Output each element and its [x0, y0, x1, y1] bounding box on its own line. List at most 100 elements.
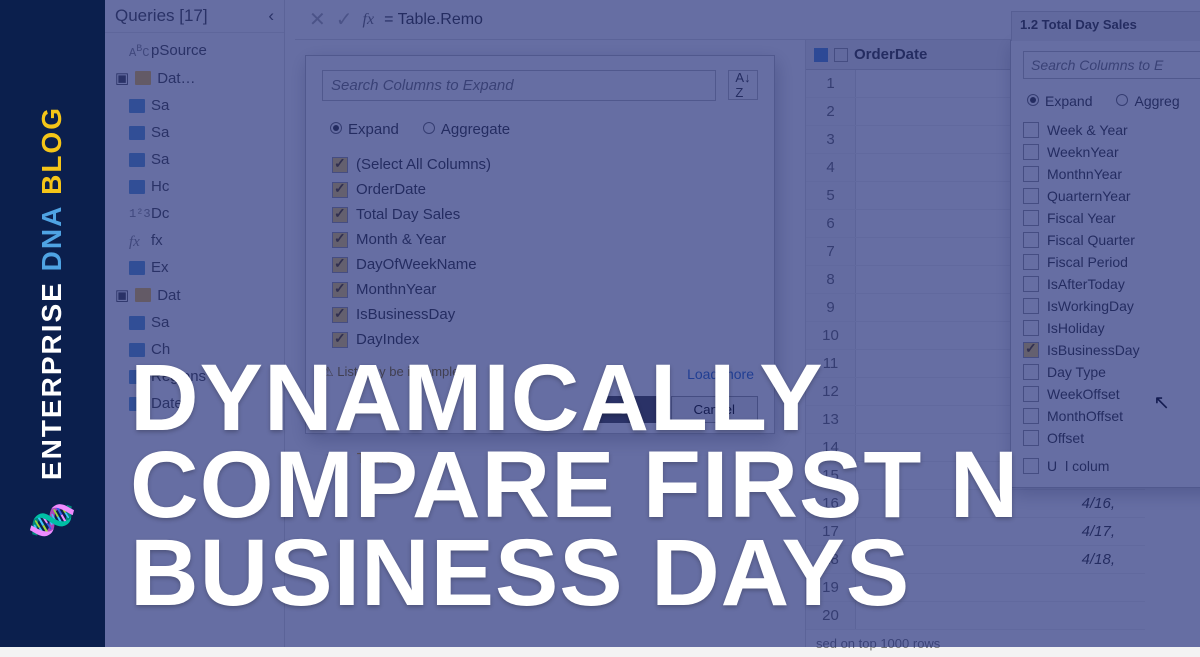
column-header-2[interactable]: 1.2 Total Day Sales	[1011, 11, 1200, 41]
column-checkbox[interactable]: Offset	[1023, 427, 1200, 449]
row-number: 9	[806, 294, 856, 321]
column-checkbox[interactable]: Week & Year	[1023, 119, 1200, 141]
checkbox-icon	[1023, 320, 1039, 336]
column-label: Offset	[1047, 430, 1084, 446]
column-name: OrderDate	[854, 46, 927, 63]
radio-aggregate[interactable]: Aggregate	[423, 121, 510, 138]
column-checkbox[interactable]: IsBusinessDay	[332, 302, 758, 327]
column-label: QuarternYear	[1047, 188, 1131, 204]
column-checkbox[interactable]: DayOfWeekName	[332, 252, 758, 277]
checkbox-icon	[332, 207, 348, 223]
column-checkbox[interactable]: Fiscal Year	[1023, 207, 1200, 229]
formula-text: = Table.Remo	[384, 11, 483, 29]
search-columns-input[interactable]	[322, 70, 716, 101]
column-label: WeekOffset	[1047, 386, 1120, 402]
query-item[interactable]: Sa	[105, 92, 284, 119]
row-number: 8	[806, 266, 856, 293]
query-item[interactable]: ABCpSource	[105, 37, 284, 64]
row-number: 3	[806, 126, 856, 153]
table-icon	[129, 261, 145, 275]
table-icon	[129, 316, 145, 330]
checkbox-icon	[1023, 166, 1039, 182]
column-checkbox[interactable]: MonthnYear	[332, 277, 758, 302]
radio-icon	[423, 122, 435, 134]
row-number: 4	[806, 154, 856, 181]
query-item[interactable]: Sa	[105, 309, 284, 336]
radio-icon	[1116, 94, 1128, 106]
column-checkbox[interactable]: OrderDate	[332, 177, 758, 202]
radio-aggregate[interactable]: Aggreg	[1116, 93, 1179, 109]
column-label: (Select All Columns)	[356, 156, 491, 173]
radio-icon	[1027, 94, 1039, 106]
cancel-icon[interactable]: ✕	[309, 7, 326, 32]
headline-line-1: DYNAMICALLY	[130, 355, 1019, 442]
table-icon	[129, 99, 145, 113]
column-checkbox[interactable]: (Select All Columns)	[332, 152, 758, 177]
column-checkbox[interactable]: Fiscal Period	[1023, 251, 1200, 273]
column-label: IsAfterToday	[1047, 276, 1125, 292]
column-checkbox[interactable]: Total Day Sales	[332, 202, 758, 227]
column-label: Day Type	[1047, 364, 1106, 380]
use-original-checkbox[interactable]: Ul colum	[1023, 455, 1200, 477]
sort-button[interactable]: A↓Z	[728, 70, 758, 100]
checkbox-icon	[1023, 210, 1039, 226]
fx-icon[interactable]: fx	[363, 11, 375, 29]
query-item[interactable]: Sa	[105, 146, 284, 173]
column-checkbox[interactable]: MonthnYear	[1023, 163, 1200, 185]
checkbox-icon	[1023, 188, 1039, 204]
query-item[interactable]: Sa	[105, 119, 284, 146]
grid-footer: sed on top 1000 rows	[806, 630, 1145, 657]
column-checkbox[interactable]: Month & Year	[332, 227, 758, 252]
query-item[interactable]: Hc	[105, 173, 284, 200]
column-checkbox[interactable]: IsHoliday	[1023, 317, 1200, 339]
row-number: 7	[806, 238, 856, 265]
checkbox-icon	[332, 307, 348, 323]
folder-icon	[135, 288, 151, 302]
column-label: IsHoliday	[1047, 320, 1105, 336]
dna-icon: 🧬	[27, 496, 78, 546]
checkbox-icon	[1023, 232, 1039, 248]
collapse-icon[interactable]: ‹	[268, 6, 274, 26]
column-label: WeeknYear	[1047, 144, 1119, 160]
column-label: IsWorkingDay	[1047, 298, 1134, 314]
columns-checklist: Week & Year WeeknYear MonthnYear QuarternYe…	[1023, 119, 1200, 449]
expand-columns-popup-right: 1.2 Total Day Sales Expand Aggreg Week &…	[1010, 40, 1200, 488]
folder-icon	[135, 71, 151, 85]
column-checkbox[interactable]: QuarternYear	[1023, 185, 1200, 207]
radio-expand[interactable]: Expand	[330, 121, 399, 138]
query-folder[interactable]: ▣ Dat…	[105, 64, 284, 92]
column-label: OrderDate	[356, 181, 426, 198]
headline-line-3: BUSINESS DAYS	[130, 530, 1019, 617]
checkbox-icon	[1023, 276, 1039, 292]
expand-mode-radios: Expand Aggregate	[330, 121, 758, 138]
headline: DYNAMICALLY COMPARE FIRST N BUSINESS DAY…	[130, 355, 1019, 617]
confirm-icon[interactable]: ✓	[336, 7, 353, 32]
column-checkbox[interactable]: IsAfterToday	[1023, 273, 1200, 295]
query-item[interactable]: 1²3Dc	[105, 200, 284, 227]
column-checkbox[interactable]: IsBusinessDay	[1023, 339, 1200, 361]
query-folder[interactable]: ▣ Dat	[105, 281, 284, 309]
brand-sidebar: ENTERPRISE DNA BLOG 🧬	[0, 0, 105, 647]
table-icon	[814, 48, 828, 62]
cursor-icon: ↖	[1153, 390, 1170, 415]
search-columns-input[interactable]	[1023, 51, 1200, 79]
column-checkbox[interactable]: MonthOffset	[1023, 405, 1200, 427]
checkbox-icon	[1023, 430, 1039, 446]
fx-icon: fx	[129, 234, 145, 248]
radio-expand[interactable]: Expand	[1027, 93, 1092, 109]
queries-header[interactable]: Queries [17] ‹	[105, 0, 284, 33]
table-icon	[129, 126, 145, 140]
query-item[interactable]: fxfx	[105, 227, 284, 254]
checkbox-icon	[332, 257, 348, 273]
column-label: Week & Year	[1047, 122, 1128, 138]
column-checkbox[interactable]: WeekOffset	[1023, 383, 1200, 405]
row-number: 2	[806, 98, 856, 125]
column-checkbox[interactable]: IsWorkingDay	[1023, 295, 1200, 317]
checkbox-icon	[1023, 458, 1039, 474]
column-label: MonthnYear	[356, 281, 436, 298]
query-item[interactable]: Ex	[105, 254, 284, 281]
column-checkbox[interactable]: WeeknYear	[1023, 141, 1200, 163]
column-checkbox[interactable]: Day Type	[1023, 361, 1200, 383]
number-icon: 1²3	[129, 207, 145, 221]
column-checkbox[interactable]: Fiscal Quarter	[1023, 229, 1200, 251]
